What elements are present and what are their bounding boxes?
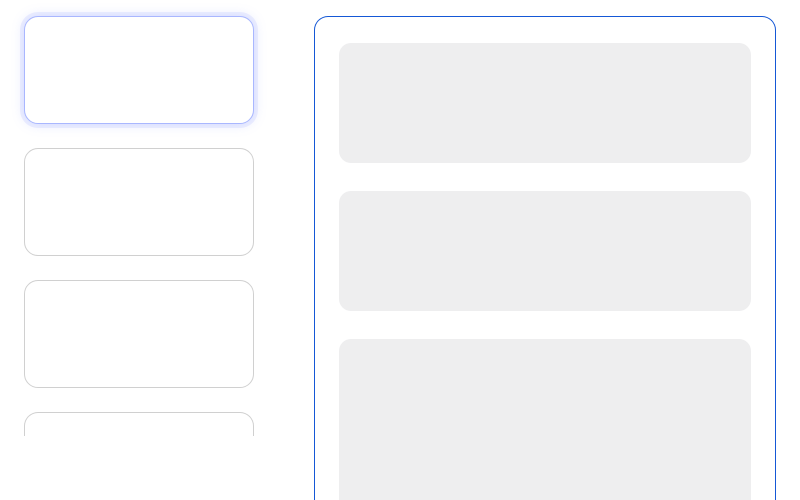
thumbnail-2[interactable] [24, 148, 254, 256]
thumbnail-sidebar [24, 16, 254, 500]
thumbnail-4[interactable] [24, 412, 254, 436]
content-block-3 [339, 339, 751, 500]
main-content-panel [314, 16, 776, 500]
thumbnail-1[interactable] [24, 16, 254, 124]
thumbnail-3[interactable] [24, 280, 254, 388]
content-block-1 [339, 43, 751, 163]
content-block-2 [339, 191, 751, 311]
